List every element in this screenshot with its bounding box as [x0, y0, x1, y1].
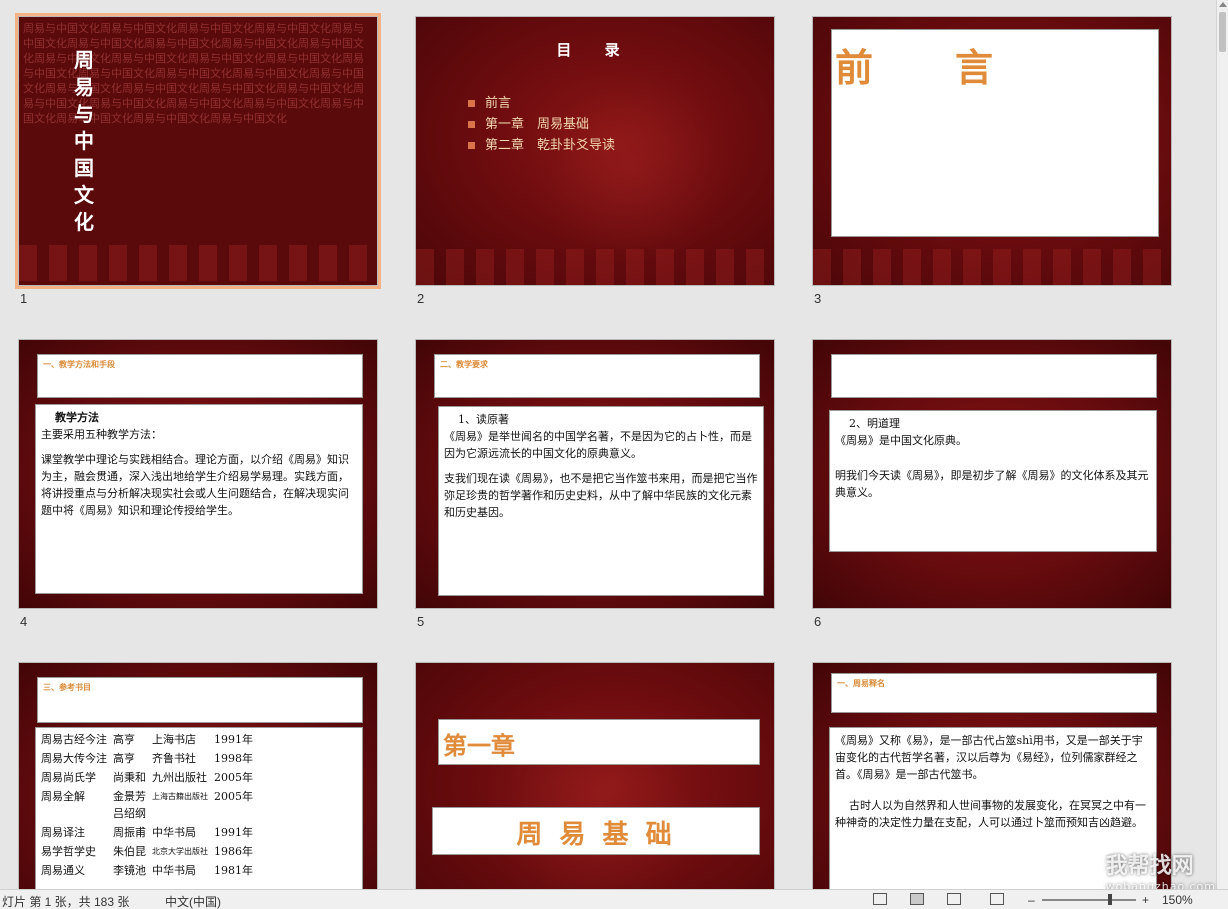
table-row: 周易古经今注 高亨 上海书店 1991年 — [41, 733, 253, 746]
watermark: 我帮找网 wobangzhao.com — [1105, 854, 1216, 893]
slide-number: 5 — [417, 614, 425, 629]
slide-count-status: 灯片 第 1 张，共 183 张 — [2, 895, 130, 909]
table-row: 周易尚氏学 尚秉和 九州出版社 2005年 — [41, 771, 253, 784]
status-bar: 灯片 第 1 张，共 183 张 中文(中国) – + 150% — [0, 889, 1228, 909]
reference-table: 周易古经今注 高亨 上海书店 1991年 周易大传今注 高亨 齐鲁书社 1998年 周易尚氏… — [38, 730, 256, 880]
heading-box: 三、参考书目 — [37, 677, 363, 723]
vertical-scrollbar[interactable] — [1216, 0, 1228, 889]
body-box: 1、读原著 《周易》是举世闻名的中国学名著，不是因为它的占卜性，而是因为它源远流… — [438, 406, 764, 596]
bullet-icon — [468, 142, 475, 149]
slide-number: 4 — [20, 614, 28, 629]
chapter-box: 第一章 — [438, 719, 760, 765]
scroll-thumb[interactable] — [1219, 12, 1226, 52]
slide-number: 2 — [417, 291, 425, 306]
slide-sorter-pane[interactable]: 周易与中国文化周易与中国文化周易与中国文化周易与中国文化周易与中国文化周易与中国… — [0, 0, 1216, 889]
table-row: 周易通义 李镜池 中华书局 1981年 — [41, 864, 253, 877]
slide-thumbnail-5[interactable]: 二、教学要求 1、读原著 《周易》是举世闻名的中国学名著，不是因为它的占卜性，而… — [415, 339, 775, 609]
heading-box — [831, 354, 1157, 398]
body-box: 教学方法 主要采用五种教学方法： 课堂教学中理论与实践相结合。理论方面，以介绍《… — [35, 404, 363, 594]
slide-number: 6 — [814, 614, 822, 629]
zoom-level[interactable]: 150% — [1162, 893, 1193, 907]
toc-item: 第一章 周易基础 — [468, 114, 615, 135]
slide-thumbnail-7[interactable]: 三、参考书目 周易古经今注 高亨 上海书店 1991年 周易大传今注 高亨 齐鲁书社 199… — [18, 662, 378, 889]
slide-thumbnail-6[interactable]: 2、明道理 《周易》是中国文化原典。 明我们今天读《周易》，即是初步了解《周易》… — [812, 339, 1172, 609]
slide-sorter-view-icon[interactable] — [910, 893, 924, 905]
bullet-icon — [468, 121, 475, 128]
table-row: 周易全解 金景芳 吕绍纲 上海古籍出版社 2005年 — [41, 790, 253, 820]
body-box: 2、明道理 《周易》是中国文化原典。 明我们今天读《周易》，即是初步了解《周易》… — [829, 410, 1157, 552]
heading-box: 二、教学要求 — [434, 354, 760, 398]
slide-number: 3 — [814, 291, 822, 306]
bullet-icon — [468, 100, 475, 107]
toc-item: 前言 — [468, 93, 615, 114]
slide-thumbnail-8[interactable]: 第一章 周 易 基 础 — [415, 662, 775, 889]
slide-thumbnail-1[interactable]: 周易与中国文化周易与中国文化周易与中国文化周易与中国文化周易与中国文化周易与中国… — [15, 13, 381, 289]
toc-item: 第二章 乾卦卦爻导读 — [468, 135, 615, 156]
toc-list: 前言 第一章 周易基础 第二章 乾卦卦爻导读 — [468, 93, 615, 156]
language-status[interactable]: 中文(中国) — [165, 893, 221, 909]
table-row: 周易大传今注 高亨 齐鲁书社 1998年 — [41, 752, 253, 765]
slide-thumbnail-3[interactable]: 前 言 — [812, 16, 1172, 286]
heading-box: 一、周易释名 — [831, 673, 1157, 713]
chapter-title-box: 周 易 基 础 — [432, 807, 760, 855]
toc-title: 目 录 — [556, 41, 634, 59]
slide-number: 1 — [20, 291, 28, 306]
heading-box: 一、教学方法和手段 — [37, 354, 363, 398]
slide-3-title: 前 言 — [835, 45, 996, 90]
table-row: 周易译注 周振甫 中华书局 1991年 — [41, 826, 253, 839]
normal-view-icon[interactable] — [873, 893, 887, 905]
table-row: 易学哲学史 朱伯昆 北京大学出版社 1986年 — [41, 845, 253, 858]
slide-1-title: 周 易 与 中 国 文 化 — [74, 48, 94, 234]
zoom-slider-thumb[interactable] — [1108, 894, 1112, 905]
reading-view-icon[interactable] — [947, 893, 961, 905]
body-box: 周易古经今注 高亨 上海书店 1991年 周易大传今注 高亨 齐鲁书社 1998年 周易尚氏… — [35, 727, 363, 889]
zoom-slider[interactable] — [1042, 899, 1136, 901]
scroll-up-icon[interactable] — [1219, 2, 1227, 7]
zoom-in-button[interactable]: + — [1142, 893, 1149, 907]
slide-thumbnail-2[interactable]: 目 录 前言 第一章 周易基础 第二章 乾卦卦爻导读 — [415, 16, 775, 286]
slideshow-view-icon[interactable] — [990, 893, 1004, 905]
zoom-out-button[interactable]: – — [1028, 893, 1035, 907]
slide-thumbnail-4[interactable]: 一、教学方法和手段 教学方法 主要采用五种教学方法： 课堂教学中理论与实践相结合… — [18, 339, 378, 609]
